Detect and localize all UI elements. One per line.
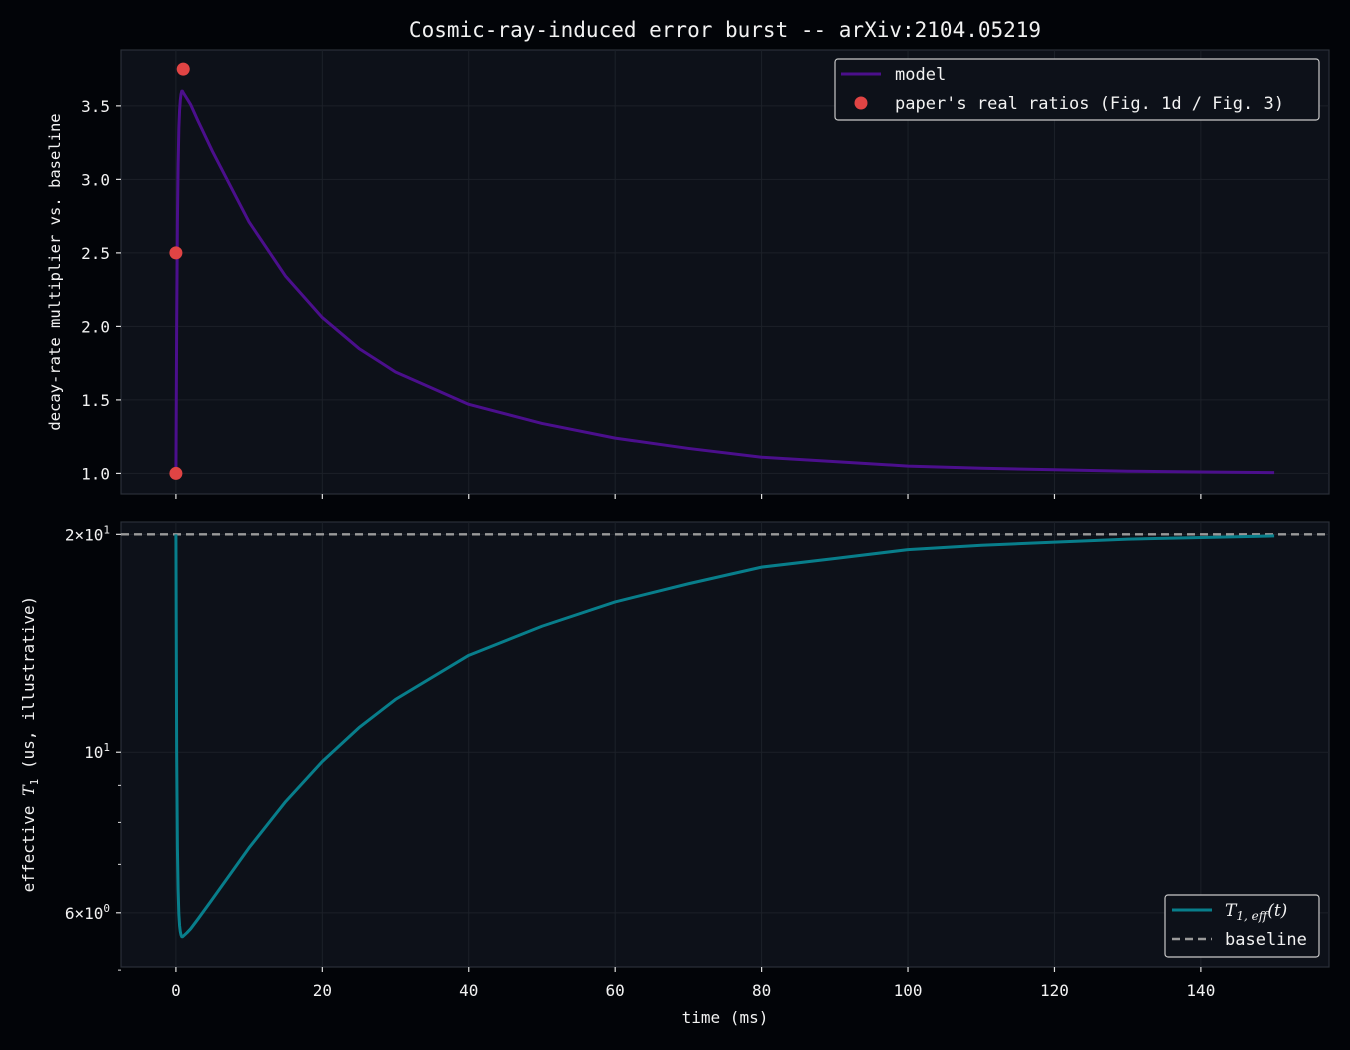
x-axis-label: time (ms) bbox=[682, 1008, 769, 1027]
top-y-tick-label: 3.0 bbox=[81, 170, 110, 189]
top-panel: 1.0 1.5 2.0 2.5 3.0 3.5 decay-rate multiplier… bbox=[46, 49, 1330, 499]
x-tick-label: 140 bbox=[1186, 981, 1215, 1000]
bottom-y-tick-label: 6×100 bbox=[65, 902, 110, 923]
top-y-tick-label: 1.0 bbox=[81, 464, 110, 483]
legend-paper-marker bbox=[854, 96, 868, 110]
x-tick-label: 0 bbox=[171, 981, 181, 1000]
legend-paper-label: paper's real ratios (Fig. 1d / Fig. 3) bbox=[895, 94, 1284, 114]
x-tick-label: 100 bbox=[894, 981, 923, 1000]
paper-ratio-point bbox=[169, 246, 183, 260]
legend-baseline-label: baseline bbox=[1225, 930, 1307, 950]
x-tick-label: 120 bbox=[1040, 981, 1069, 1000]
paper-ratio-point bbox=[169, 466, 183, 480]
bottom-y-tick-label: 2×101 bbox=[65, 523, 110, 544]
x-tick-label: 60 bbox=[606, 981, 625, 1000]
x-tick-label: 20 bbox=[313, 981, 332, 1000]
bottom-ylabel: effective T1 (us, illustrative) bbox=[19, 596, 41, 893]
bottom-axes-background bbox=[120, 521, 1330, 968]
legend-model-label: model bbox=[895, 65, 946, 85]
bottom-legend: T1, eff(t) baseline bbox=[1164, 894, 1320, 958]
x-tick-label: 40 bbox=[459, 981, 478, 1000]
chart-title: Cosmic-ray-induced error burst -- arXiv:… bbox=[409, 18, 1041, 42]
top-y-tick-label: 2.5 bbox=[81, 244, 110, 263]
top-y-tick-label: 1.5 bbox=[81, 391, 110, 410]
bottom-panel: 2×1011016×100 0 20 40 60 80 100 120 140 effecti… bbox=[19, 521, 1330, 1000]
top-legend: model paper's real ratios (Fig. 1d / Fig… bbox=[834, 58, 1320, 121]
top-y-tick-label: 3.5 bbox=[81, 97, 110, 116]
x-tick-label: 80 bbox=[752, 981, 771, 1000]
top-ylabel: decay-rate multiplier vs. baseline bbox=[46, 113, 64, 430]
paper-ratio-point bbox=[176, 62, 190, 76]
top-y-tick-label: 2.0 bbox=[81, 317, 110, 336]
figure: Cosmic-ray-induced error burst -- arXiv:… bbox=[0, 0, 1350, 1050]
